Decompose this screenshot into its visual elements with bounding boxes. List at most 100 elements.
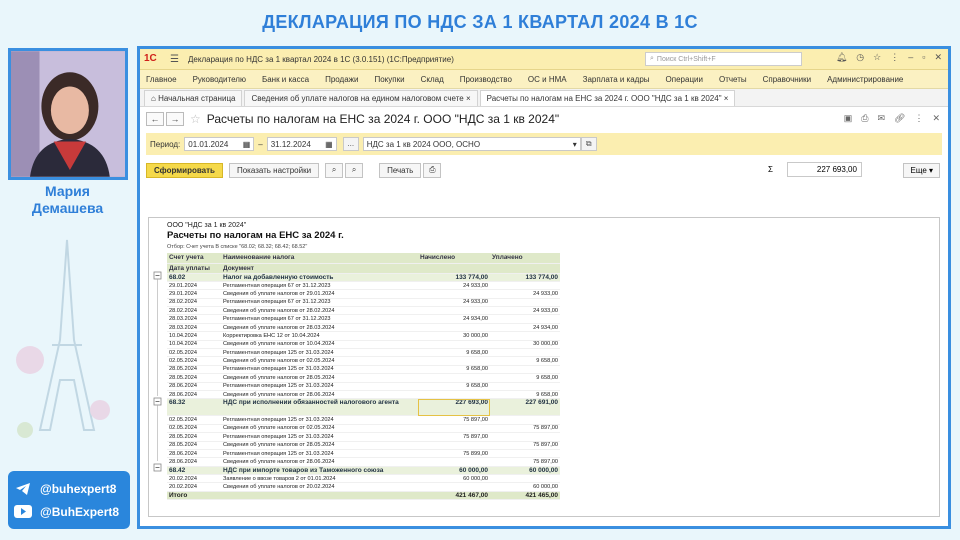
menu-warehouse[interactable]: Склад xyxy=(421,75,444,84)
menu-operations[interactable]: Операции xyxy=(666,75,703,84)
row-paid: 60 000,00 xyxy=(490,482,560,492)
save-icon[interactable]: ▣ xyxy=(844,113,853,124)
menu-salary[interactable]: Зарплата и кадры xyxy=(583,75,650,84)
favorite-star-icon[interactable]: ☆ xyxy=(190,112,201,126)
history-icon[interactable]: ◷ xyxy=(856,52,864,63)
calendar-icon[interactable]: ▦ xyxy=(243,140,251,149)
row-document-or-tax xyxy=(221,491,418,501)
group-row[interactable]: 68.42 НДС при импорте товаров из Таможенн… xyxy=(167,466,560,476)
favorites-star-icon[interactable]: ☆ xyxy=(873,52,881,63)
table-row[interactable]: 28.02.2024 Регламентная операция 67 от 31… xyxy=(167,298,560,308)
menu-reports[interactable]: Отчеты xyxy=(719,75,747,84)
open-organization-icon[interactable]: ⧉ xyxy=(580,137,597,151)
menu-production[interactable]: Производство xyxy=(460,75,512,84)
form-header: ← → ☆ Расчеты по налогам на ЕНС за 2024 … xyxy=(140,107,948,131)
settings-menu-icon[interactable]: ⋮ xyxy=(890,52,899,63)
table-row[interactable]: 20.02.2024 Заявление о ввозе товаров 2 от… xyxy=(167,474,560,484)
chevron-down-icon[interactable]: ▾ xyxy=(573,140,577,149)
back-arrow-icon[interactable]: ← xyxy=(146,112,164,126)
close-icon[interactable]: ✕ xyxy=(934,52,942,63)
table-row[interactable]: 28.05.2024 Сведения об уплате налогов от … xyxy=(167,441,560,450)
select-period-button[interactable]: ... xyxy=(342,137,359,151)
table-row[interactable]: 29.01.2024 Сведения об уплате налогов от … xyxy=(167,289,560,299)
print-icon[interactable]: ⎙ xyxy=(861,113,868,124)
tab-close-icon[interactable]: × xyxy=(466,94,471,103)
menu-purchases[interactable]: Покупки xyxy=(374,75,404,84)
find-next-icon[interactable]: ⌕ xyxy=(345,162,364,178)
table-row[interactable]: 02.05.2024 Сведения об уплате налогов от … xyxy=(167,424,560,434)
form-title: Расчеты по налогам на ЕНС за 2024 г. ООО… xyxy=(206,112,560,126)
bell-icon[interactable]: 🔔︎ xyxy=(836,52,847,63)
table-row[interactable]: 28.02.2024 Сведения об уплате налогов от … xyxy=(167,306,560,316)
date-to-field[interactable]: 31.12.2024 ▦ xyxy=(266,137,337,151)
main-menu-icon[interactable]: ☰ xyxy=(170,54,182,65)
tab-close-icon[interactable]: × xyxy=(724,94,729,103)
row-date-or-account: 20.02.2024 xyxy=(167,482,221,492)
group-row[interactable]: 68.32 НДС при исполнении обязанностей нал… xyxy=(167,398,560,417)
date-from-value: 01.01.2024 xyxy=(188,139,229,149)
minimize-icon[interactable]: – xyxy=(908,52,913,63)
show-settings-button[interactable]: Показать настройки xyxy=(228,162,320,178)
report-toolbar: Сформировать Показать настройки ⌕ ⌕ Печа… xyxy=(140,159,948,181)
telegram-link[interactable]: @buhexpert8 xyxy=(14,477,124,500)
link-icon[interactable]: 🔗︎ xyxy=(894,113,905,124)
menu-directories[interactable]: Справочники xyxy=(763,75,811,84)
generate-button[interactable]: Сформировать xyxy=(146,162,223,178)
tab-ens-report[interactable]: Расчеты по налогам на ЕНС за 2024 г. ООО… xyxy=(479,90,736,106)
table-row[interactable]: 02.05.2024 Регламентная операция 125 от 3… xyxy=(167,415,560,425)
report-sheet[interactable]: ООО "НДС за 1 кв 2024" Расчеты по налога… xyxy=(148,217,940,517)
print-preview-icon[interactable]: ⎙ xyxy=(423,162,442,178)
table-row[interactable]: 02.05.2024 Сведения об уплате налогов от … xyxy=(167,356,560,366)
find-icon[interactable]: ⌕ xyxy=(325,162,344,178)
date-from-field[interactable]: 01.01.2024 ▦ xyxy=(184,137,255,151)
row-document-or-tax: Сведения об уплате налогов от 10.04.2024 xyxy=(221,340,418,350)
tab-home[interactable]: ⌂ Начальная страница xyxy=(144,90,243,106)
table-row[interactable]: 02.05.2024 Регламентная операция 125 от 3… xyxy=(167,348,560,358)
table-row[interactable]: 28.05.2024 Регламентная операция 125 от 3… xyxy=(167,365,560,375)
row-accrued xyxy=(418,323,490,333)
print-button[interactable]: Печать xyxy=(379,162,422,178)
youtube-link[interactable]: @BuhExpert8 xyxy=(14,500,124,523)
table-row[interactable]: 28.06.2024 Сведения об уплате налогов от … xyxy=(167,457,560,467)
total-row[interactable]: Итого 421 467,00 421 465,00 xyxy=(167,491,560,501)
row-paid: 30 000,00 xyxy=(490,340,560,350)
row-accrued: 24 933,00 xyxy=(418,298,490,308)
col-tax-name: Наименование налога xyxy=(221,253,418,264)
row-date-or-account: 02.05.2024 xyxy=(167,424,221,434)
table-row[interactable]: 10.04.2024 Сведения об уплате налогов от … xyxy=(167,340,560,350)
date-to-value: 31.12.2024 xyxy=(270,139,311,149)
form-menu-icon[interactable]: ⋮ xyxy=(914,113,923,124)
row-date-or-account: 28.05.2024 xyxy=(167,441,221,450)
more-button[interactable]: Еще ▾ xyxy=(903,163,940,178)
table-row[interactable]: 28.03.2024 Регламентная операция 67 от 31… xyxy=(167,314,560,324)
organization-field[interactable]: НДС за 1 кв 2024 ООО, ОСНО ▾ xyxy=(362,137,581,151)
table-row[interactable]: 20.02.2024 Сведения об уплате налогов от … xyxy=(167,482,560,492)
table-row[interactable]: 28.06.2024 Регламентная операция 125 от 3… xyxy=(167,382,560,391)
form-close-icon[interactable]: ✕ xyxy=(932,113,940,124)
menu-bank-cash[interactable]: Банк и касса xyxy=(262,75,309,84)
tab-ens-payments[interactable]: Сведения об уплате налогов на едином нал… xyxy=(244,90,478,106)
menu-sales[interactable]: Продажи xyxy=(325,75,358,84)
search-icon: ⌕ xyxy=(650,55,654,62)
table-row[interactable]: 10.04.2024 Корректировка ЕНС 12 от 10.04.… xyxy=(167,331,560,341)
group-row[interactable]: 68.02 Налог на добавленную стоимость 133 7… xyxy=(167,273,560,282)
table-row[interactable]: 28.06.2024 Регламентная операция 125 от 3… xyxy=(167,449,560,459)
table-row[interactable]: 28.05.2024 Регламентная операция 125 от 3… xyxy=(167,432,560,442)
menu-administration[interactable]: Администрирование xyxy=(827,75,903,84)
menu-manager[interactable]: Руководителю xyxy=(193,75,246,84)
menu-main[interactable]: Главное xyxy=(146,75,177,84)
menu-fixed-assets[interactable]: ОС и НМА xyxy=(528,75,567,84)
table-row[interactable]: 28.03.2024 Сведения об уплате налогов от … xyxy=(167,323,560,333)
row-paid xyxy=(490,298,560,308)
table-row[interactable]: 28.05.2024 Сведения об уплате налогов от … xyxy=(167,373,560,383)
restore-icon[interactable]: ▫ xyxy=(922,52,925,63)
mail-icon[interactable]: ✉ xyxy=(877,113,885,124)
title-bar: 1С ☰ Декларация по НДС за 1 квартал 2024… xyxy=(140,49,948,70)
global-search-input[interactable]: ⌕ Поиск Ctrl+Shift+F xyxy=(645,52,802,66)
forward-arrow-icon[interactable]: → xyxy=(166,112,184,126)
calendar-icon[interactable]: ▦ xyxy=(325,140,333,149)
open-tabs: ⌂ Начальная страница Сведения об уплате … xyxy=(140,89,948,107)
table-row[interactable]: 29.01.2024 Регламентная операция 67 от 31… xyxy=(167,281,560,291)
row-date-or-account: 28.06.2024 xyxy=(167,390,221,400)
table-row[interactable]: 28.06.2024 Сведения об уплате налогов от … xyxy=(167,390,560,400)
